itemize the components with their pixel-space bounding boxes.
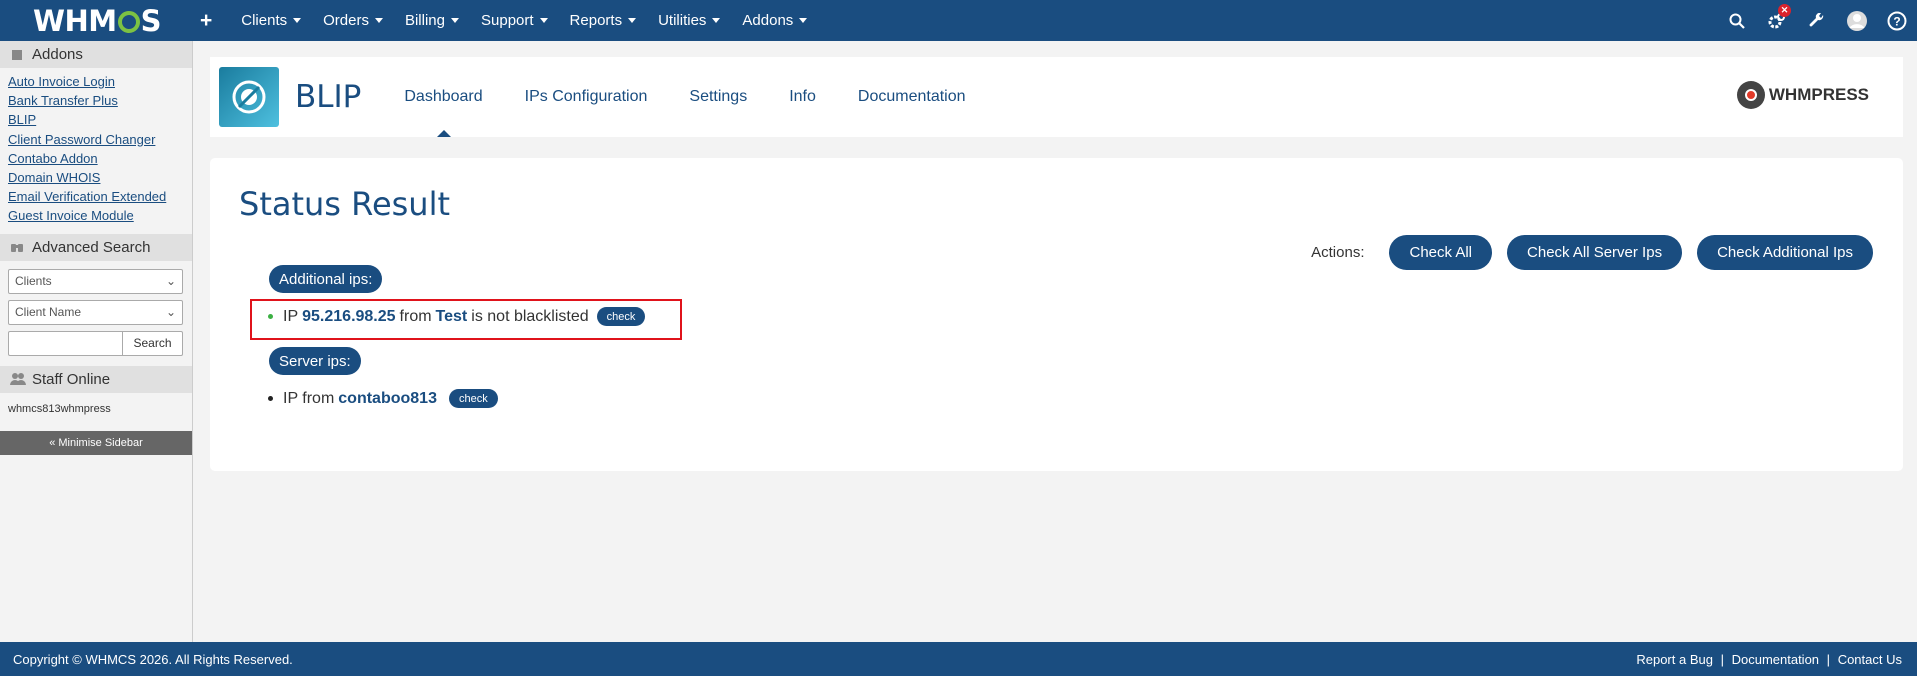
footer: Copyright © WHMCS 2026. All Rights Reser…	[0, 642, 1917, 676]
check-additional-ips-button[interactable]: Check Additional Ips	[1697, 235, 1873, 270]
status-panel: Status Result Actions: Check All Check A…	[210, 158, 1903, 471]
cube-icon	[10, 48, 24, 62]
caret-down-icon	[539, 18, 548, 23]
logo-gear-icon	[117, 10, 140, 33]
chevron-down-icon: ⌄	[165, 274, 176, 289]
addon-link[interactable]: Guest Invoice Module	[8, 206, 184, 225]
caret-down-icon	[293, 18, 302, 23]
separator: |	[1826, 651, 1831, 667]
nav-clients[interactable]: Clients	[230, 12, 312, 29]
blip-logo-icon	[219, 67, 279, 127]
addon-link[interactable]: Auto Invoice Login	[8, 72, 184, 91]
search-input[interactable]	[8, 330, 123, 356]
caret-down-icon	[712, 18, 721, 23]
tab-dashboard[interactable]: Dashboard	[383, 57, 503, 137]
staff-name: whmcs813whmpress	[8, 402, 111, 415]
server-ip-row: IP from contaboo813 check	[268, 389, 498, 408]
nav-reports[interactable]: Reports	[559, 12, 648, 29]
footer-links: Report a Bug | Documentation | Contact U…	[1634, 652, 1904, 667]
addon-link[interactable]: Bank Transfer Plus	[8, 91, 184, 110]
addons-heading: Addons	[0, 41, 192, 68]
search-button[interactable]: Search	[123, 330, 183, 356]
search-icon[interactable]	[1717, 0, 1757, 41]
addon-link[interactable]: BLIP	[8, 110, 184, 129]
ip-source: contaboo813	[338, 389, 437, 407]
tab-documentation[interactable]: Documentation	[837, 57, 987, 137]
search-type-select[interactable]: Clients ⌄	[8, 268, 183, 294]
documentation-link[interactable]: Documentation	[1732, 652, 1819, 667]
nav-utilities[interactable]: Utilities	[647, 12, 731, 29]
report-bug-link[interactable]: Report a Bug	[1636, 652, 1713, 667]
search-field-select[interactable]: Client Name ⌄	[8, 299, 183, 325]
addons-list: Auto Invoice Login Bank Transfer Plus BL…	[0, 68, 192, 234]
nav-support[interactable]: Support	[470, 12, 559, 29]
check-all-server-ips-button[interactable]: Check All Server Ips	[1507, 235, 1683, 270]
top-navbar: WHM S + Clients Orders Billing Support Re…	[0, 0, 1917, 41]
page-title: Status Result	[239, 185, 451, 223]
status-dot	[268, 396, 273, 401]
check-button[interactable]: check	[448, 389, 498, 408]
nav-addons[interactable]: Addons	[731, 12, 818, 29]
advanced-search-form: Clients ⌄ Client Name ⌄ Search	[0, 261, 192, 366]
actions-label: Actions:	[1311, 244, 1365, 261]
addon-link[interactable]: Client Password Changer	[8, 130, 184, 149]
addon-link[interactable]: Domain WHOIS	[8, 168, 184, 187]
whmpress-gear-icon	[1736, 81, 1765, 109]
copyright: Copyright © WHMCS 2026. All Rights Reser…	[13, 651, 293, 667]
tab-ips-configuration[interactable]: IPs Configuration	[504, 57, 669, 137]
highlight-box	[250, 299, 682, 340]
whmpress-logo[interactable]: WHMPRESS	[1736, 81, 1869, 109]
gear-alert-icon[interactable]: ✕	[1757, 0, 1797, 41]
tab-info[interactable]: Info	[768, 57, 837, 137]
tab-settings[interactable]: Settings	[668, 57, 768, 137]
additional-ips-heading: Additional ips:	[269, 265, 383, 293]
check-all-button[interactable]: Check All	[1389, 235, 1493, 270]
caret-down-icon	[799, 18, 808, 23]
whmcs-logo[interactable]: WHM S	[33, 0, 168, 41]
advanced-search-heading: Advanced Search	[0, 233, 192, 261]
module-header: BLIP Dashboard IPs Configuration Setting…	[210, 57, 1903, 137]
binoculars-icon	[10, 240, 24, 254]
help-icon[interactable]: ?	[1877, 0, 1917, 41]
staff-online-heading: Staff Online	[0, 365, 192, 393]
caret-down-icon	[374, 18, 383, 23]
user-avatar-icon[interactable]	[1837, 0, 1877, 41]
alert-badge: ✕	[1778, 4, 1791, 17]
sidebar: Addons Auto Invoice Login Bank Transfer …	[0, 41, 193, 642]
nav-orders[interactable]: Orders	[312, 12, 394, 29]
addon-link[interactable]: Email Verification Extended	[8, 187, 184, 206]
svg-text:?: ?	[1893, 14, 1900, 28]
caret-down-icon	[628, 18, 637, 23]
quick-add-icon[interactable]: +	[200, 9, 212, 33]
nav-billing[interactable]: Billing	[394, 12, 470, 29]
server-ips-heading: Server ips:	[269, 347, 361, 375]
actions-bar: Actions: Check All Check All Server Ips …	[1311, 235, 1873, 270]
contact-us-link[interactable]: Contact Us	[1838, 652, 1902, 667]
chevron-down-icon: ⌄	[165, 305, 176, 320]
minimise-sidebar-button[interactable]: « Minimise Sidebar	[0, 430, 192, 455]
separator: |	[1720, 651, 1724, 667]
addon-link[interactable]: Contabo Addon	[8, 149, 184, 168]
caret-down-icon	[451, 18, 459, 23]
wrench-icon[interactable]	[1797, 0, 1837, 41]
module-title: BLIP	[295, 79, 362, 115]
users-icon	[10, 372, 26, 386]
